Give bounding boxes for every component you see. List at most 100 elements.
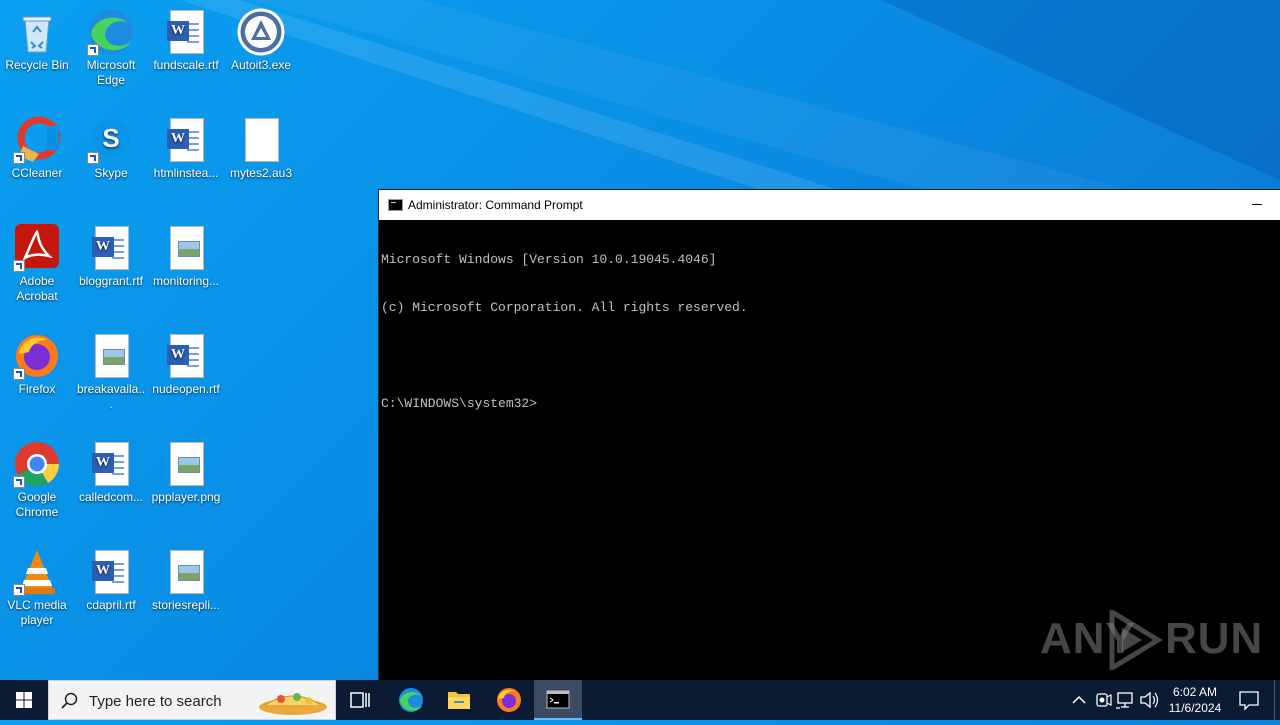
desktop-icon-adobe-acrobat[interactable]: Adobe Acrobat — [0, 224, 74, 304]
firefox-icon — [13, 332, 61, 380]
taskbar-firefox-button[interactable] — [485, 680, 533, 720]
taskbar: Type here to search 6:02 AM 11/6/2024 — [0, 680, 1280, 720]
desktop-icon-breakavaila[interactable]: breakavaila... — [74, 332, 148, 412]
word-document-icon: W — [87, 548, 135, 596]
acrobat-icon — [13, 224, 61, 272]
chevron-up-icon[interactable] — [1068, 680, 1090, 720]
word-document-icon: W — [162, 8, 210, 56]
desktop-icon-calledcom[interactable]: W calledcom... — [74, 440, 148, 505]
word-document-icon: W — [162, 332, 210, 380]
shortcut-arrow-icon — [87, 44, 99, 56]
desktop-icon-label: ppplayer.png — [151, 490, 221, 504]
image-file-icon — [87, 332, 135, 380]
task-view-icon — [350, 692, 370, 708]
desktop-icon-label: bloggrant.rtf — [78, 274, 144, 288]
desktop-icon-google-chrome[interactable]: Google Chrome — [0, 440, 74, 520]
firefox-icon — [497, 688, 521, 712]
desktop-icon-autoit3[interactable]: Autoit3.exe — [224, 8, 298, 73]
volume-icon[interactable] — [1138, 680, 1160, 720]
minimize-button[interactable] — [1234, 190, 1280, 220]
desktop-icon-nudeopen[interactable]: W nudeopen.rtf — [149, 332, 223, 397]
desktop-icon-storiesrepli[interactable]: storiesrepli... — [149, 548, 223, 613]
desktop-icon-label: Recycle Bin — [5, 58, 69, 72]
window-title: Administrator: Command Prompt — [408, 198, 583, 212]
blank-file-icon — [237, 116, 285, 164]
show-desktop-button[interactable] — [1274, 680, 1280, 720]
shortcut-arrow-icon — [13, 260, 25, 272]
start-button[interactable] — [0, 680, 48, 720]
cmd-icon — [546, 690, 570, 709]
command-prompt-window[interactable]: Administrator: Command Prompt Microsoft … — [378, 189, 1280, 680]
vlc-icon — [13, 548, 61, 596]
image-file-icon — [162, 224, 210, 272]
desktop-icon-ccleaner[interactable]: CCleaner — [0, 116, 74, 181]
desktop-icon-label: calledcom... — [78, 490, 144, 504]
shortcut-arrow-icon — [13, 476, 25, 488]
shortcut-arrow-icon — [87, 152, 99, 164]
word-document-icon: W — [162, 116, 210, 164]
edge-icon — [399, 688, 423, 712]
search-placeholder: Type here to search — [89, 693, 222, 710]
windows-logo-icon — [16, 692, 32, 708]
desktop-icon-label: VLC media player — [7, 598, 67, 627]
shortcut-arrow-icon — [13, 584, 25, 596]
anyrun-watermark: ANY RUN — [1040, 610, 1262, 670]
desktop-icon-fundscale[interactable]: W fundscale.rtf — [149, 8, 223, 73]
desktop-icon-label: monitoring... — [152, 274, 220, 288]
image-file-icon — [162, 548, 210, 596]
system-tray — [1068, 680, 1160, 720]
desktop-icon-cdapril[interactable]: W cdapril.rtf — [74, 548, 148, 613]
console-line: (c) Microsoft Corporation. All rights re… — [381, 300, 748, 315]
action-center-button[interactable] — [1232, 680, 1272, 720]
word-document-icon: W — [87, 440, 135, 488]
desktop-icon-vlc[interactable]: VLC media player — [0, 548, 74, 628]
task-view-button[interactable] — [336, 680, 384, 720]
console-prompt: C:\WINDOWS\system32> — [381, 396, 538, 411]
network-icon[interactable] — [1114, 680, 1136, 720]
desktop-icon-microsoft-edge[interactable]: Microsoft Edge — [74, 8, 148, 88]
taskbar-edge-button[interactable] — [387, 680, 435, 720]
image-file-icon — [162, 440, 210, 488]
edge-icon — [87, 8, 135, 56]
desktop-icon-mytes2[interactable]: mytes2.au3 — [224, 116, 298, 181]
desktop-icon-label: breakavaila... — [76, 382, 146, 411]
taskbar-file-explorer-button[interactable] — [435, 680, 483, 720]
desktop-icon-bloggrant[interactable]: W bloggrant.rtf — [74, 224, 148, 289]
desktop-icon-ppplayer[interactable]: ppplayer.png — [149, 440, 223, 505]
cmd-icon — [388, 199, 403, 211]
window-title-bar[interactable]: Administrator: Command Prompt — [379, 189, 1280, 220]
desktop-icon-htmlinstea[interactable]: W htmlinstea... — [149, 116, 223, 181]
desktop-icon-label: htmlinstea... — [153, 166, 219, 180]
desktop-icon-label: Autoit3.exe — [230, 58, 292, 72]
meet-now-icon[interactable] — [1092, 680, 1114, 720]
svg-text:S: S — [102, 123, 119, 153]
taskbar-cmd-button[interactable] — [534, 680, 582, 720]
desktop-icon-skype[interactable]: S Skype — [74, 116, 148, 181]
desktop-icon-label: Microsoft Edge — [86, 58, 136, 87]
taskbar-clock[interactable]: 6:02 AM 11/6/2024 — [1160, 680, 1230, 720]
skype-icon: S — [87, 116, 135, 164]
desktop-icon-label: storiesrepli... — [151, 598, 221, 612]
shortcut-arrow-icon — [13, 152, 25, 164]
watermark-text-right: RUN — [1165, 614, 1264, 663]
search-highlight-image — [259, 693, 327, 715]
word-document-icon: W — [87, 224, 135, 272]
desktop-icon-label: Firefox — [18, 382, 56, 396]
notification-icon — [1239, 691, 1259, 711]
chrome-icon — [13, 440, 61, 488]
taskbar-search-box[interactable]: Type here to search — [48, 680, 336, 720]
desktop-icon-firefox[interactable]: Firefox — [0, 332, 74, 397]
desktop-icon-recycle-bin[interactable]: Recycle Bin — [0, 8, 74, 73]
search-icon — [61, 692, 78, 709]
recycle-bin-icon — [13, 8, 61, 56]
clock-time: 6:02 AM — [1172, 685, 1218, 699]
desktop-icon-label: Skype — [94, 166, 128, 180]
desktop-icon-label: CCleaner — [11, 166, 63, 180]
desktop-icon-label: cdapril.rtf — [86, 598, 136, 612]
desktop-icon-label: fundscale.rtf — [153, 58, 219, 72]
desktop-icon-label: Google Chrome — [15, 490, 59, 519]
desktop-icon-label: mytes2.au3 — [229, 166, 293, 180]
desktop-icon-label: nudeopen.rtf — [152, 382, 220, 396]
file-explorer-icon — [448, 692, 470, 709]
desktop-icon-monitoring[interactable]: monitoring... — [149, 224, 223, 289]
